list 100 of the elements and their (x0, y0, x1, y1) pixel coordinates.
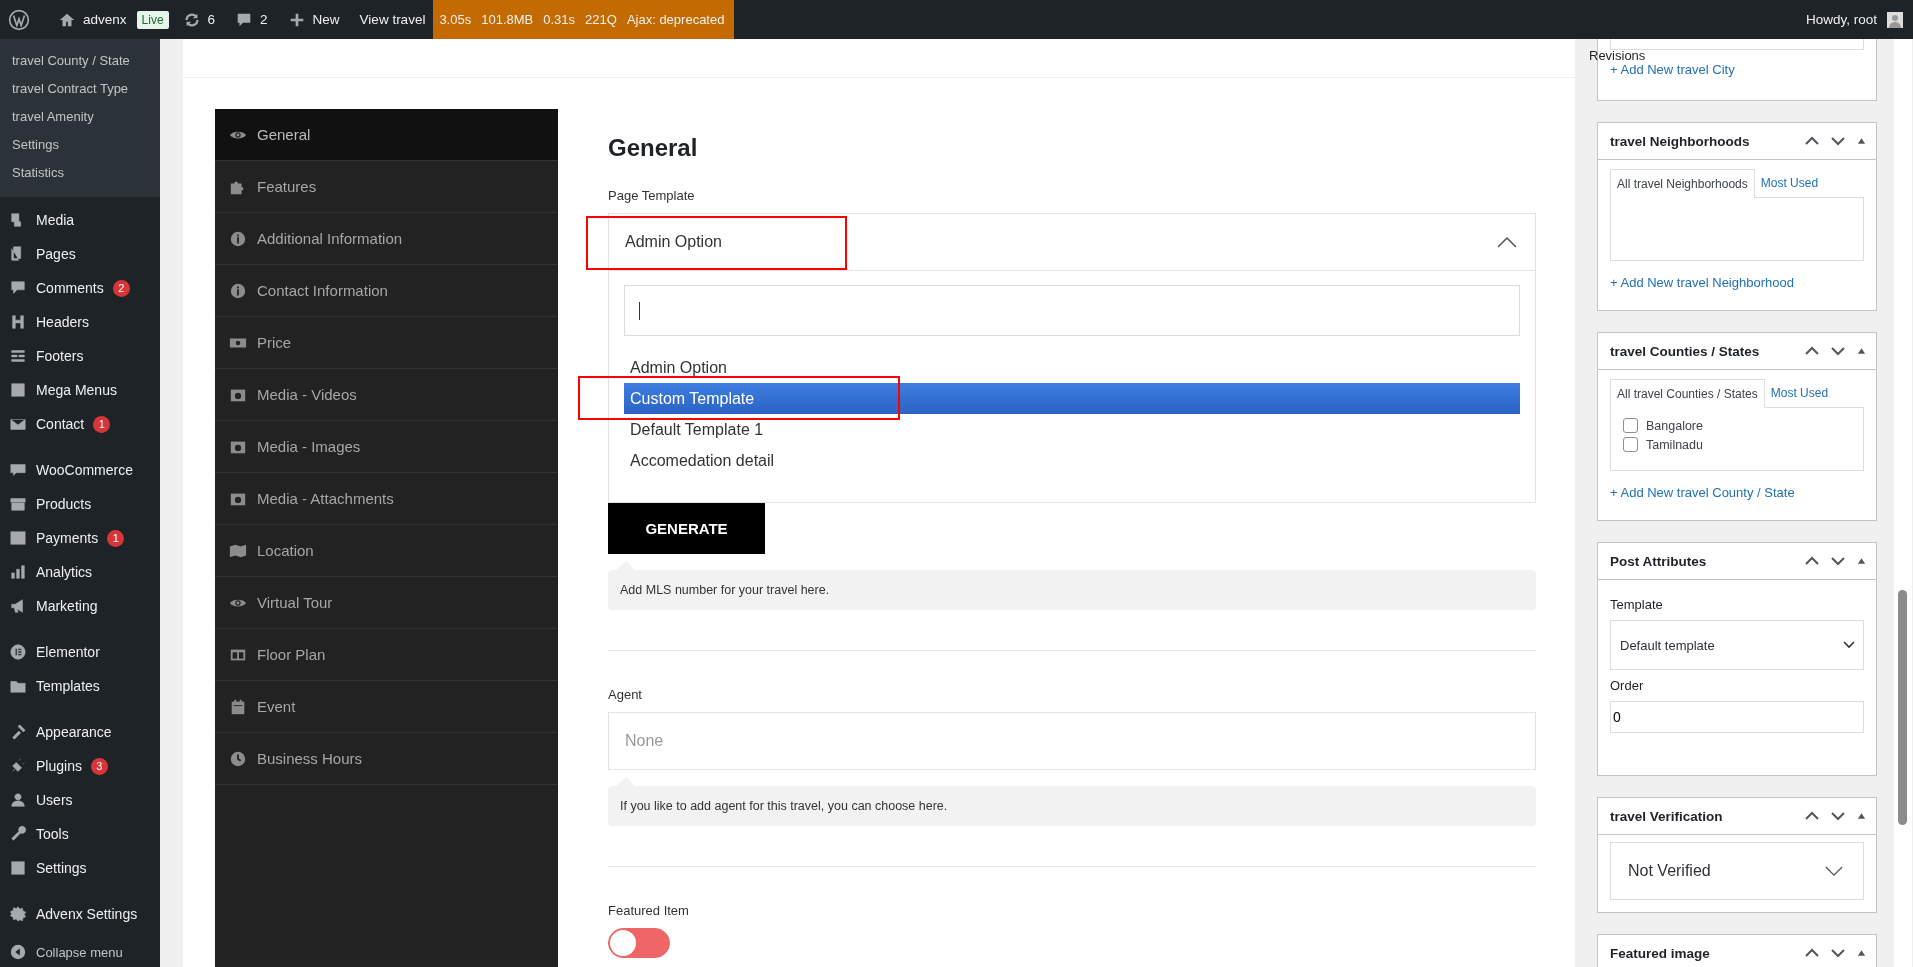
menu-item-icon (9, 495, 27, 513)
updates-count[interactable]: 6 (207, 12, 216, 27)
menu-item-icon (9, 723, 27, 741)
count-badge: 1 (107, 529, 125, 547)
collapse-icon (9, 943, 27, 961)
submenu-item[interactable]: travel Contract Type (0, 75, 160, 103)
move-down-icon[interactable] (1831, 136, 1845, 146)
section-tab[interactable]: Virtual Tour (215, 577, 558, 629)
order-field[interactable]: 0 (1610, 701, 1864, 733)
menu-item[interactable]: Comments 2 (0, 271, 160, 305)
move-down-icon[interactable] (1831, 556, 1845, 566)
move-up-icon[interactable] (1805, 811, 1819, 821)
menu-item[interactable]: Footers (0, 339, 160, 373)
section-tab[interactable]: Location (215, 525, 558, 577)
greeting-text[interactable]: Howdy, root (1805, 12, 1877, 27)
move-up-icon[interactable] (1805, 346, 1819, 356)
section-tab[interactable]: Media - Videos (215, 369, 558, 421)
section-tab[interactable]: Price (215, 317, 558, 369)
section-tab[interactable]: Media - Images (215, 421, 558, 473)
menu-item[interactable]: Advenx Settings (0, 897, 160, 931)
template-select[interactable]: Admin Option (608, 213, 1536, 271)
verification-dropdown[interactable]: Not Verified (1610, 842, 1864, 900)
menu-item[interactable]: Settings (0, 851, 160, 885)
checkbox[interactable] (1623, 437, 1638, 452)
menu-item[interactable]: Tools (0, 817, 160, 851)
menu-item[interactable]: WooCommerce (0, 453, 160, 487)
box-title: Featured image (1610, 945, 1711, 961)
move-up-icon[interactable] (1805, 556, 1819, 566)
taxonomy-tab[interactable]: Most Used (1754, 169, 1825, 197)
dropdown-search-field[interactable] (624, 285, 1520, 336)
dropdown-option[interactable]: Custom Template (624, 383, 1520, 414)
debug-bar[interactable]: 3.05s 101.8MB 0.31s 221Q Ajax: deprecated (433, 0, 735, 39)
count-badge: 2 (112, 279, 130, 297)
submenu-item[interactable]: Settings (0, 131, 160, 159)
collapse-toggle-icon[interactable] (1857, 347, 1866, 355)
menu-item[interactable]: Appearance (0, 715, 160, 749)
submenu-item[interactable]: Statistics (0, 159, 160, 187)
menu-item[interactable]: Payments 1 (0, 521, 160, 555)
dropdown-option[interactable]: Admin Option (624, 352, 1520, 383)
collapse-toggle-icon[interactable] (1857, 137, 1866, 145)
section-tab[interactable]: Event (215, 681, 558, 733)
comments-count[interactable]: 2 (260, 12, 268, 27)
field-label: Featured Item (608, 903, 689, 918)
menu-item[interactable]: Users (0, 783, 160, 817)
chevron-down-icon (1843, 641, 1855, 649)
menu-item[interactable]: Contact 1 (0, 407, 160, 441)
move-down-icon[interactable] (1831, 346, 1845, 356)
avatar-icon[interactable] (1887, 11, 1903, 28)
menu-item[interactable]: Headers (0, 305, 160, 339)
taxonomy-tab[interactable]: All travel Counties / States (1610, 379, 1765, 408)
site-name-link[interactable]: advenx (83, 12, 127, 27)
debug-stat: 0.31s (543, 12, 576, 27)
dropdown-option[interactable]: Accomedation detail (624, 445, 1520, 476)
chevron-down-icon (1825, 865, 1843, 877)
add-term-link[interactable]: + Add New travel Neighborhood (1610, 275, 1794, 290)
section-tab[interactable]: Floor Plan (215, 629, 558, 681)
checkbox[interactable] (1623, 418, 1638, 433)
box-title: travel Counties / States (1610, 343, 1761, 359)
help-text: Add MLS number for your travel here. (608, 570, 1536, 610)
menu-item[interactable]: Mega Menus (0, 373, 160, 407)
menu-item[interactable]: Products (0, 487, 160, 521)
menu-item[interactable]: Pages (0, 237, 160, 271)
add-term-link[interactable]: + Add New travel County / State (1610, 485, 1795, 500)
move-down-icon[interactable] (1831, 948, 1845, 958)
section-tab[interactable]: Business Hours (215, 733, 558, 785)
collapse-toggle-icon[interactable] (1857, 812, 1866, 820)
menu-item[interactable]: Elementor (0, 635, 160, 669)
generate-button[interactable]: GENERATE (608, 503, 765, 554)
taxonomy-tab[interactable]: All travel Neighborhoods (1610, 169, 1755, 198)
wordpress-logo-icon[interactable] (8, 8, 30, 31)
box-title: travel Neighborhoods (1610, 133, 1751, 149)
template-dropdown[interactable]: Default template (1610, 620, 1864, 670)
view-travel-link[interactable]: View travel (359, 12, 426, 27)
submenu-item[interactable]: travel Amenity (0, 103, 160, 131)
collapse-toggle-icon[interactable] (1857, 949, 1866, 957)
scrollbar[interactable] (1894, 39, 1912, 967)
section-tab[interactable]: Contact Information (215, 265, 558, 317)
section-tab[interactable]: Features (215, 161, 558, 213)
menu-item[interactable]: Marketing (0, 589, 160, 623)
agent-field[interactable]: None (608, 712, 1536, 770)
menu-item-icon (9, 757, 27, 775)
section-tab[interactable]: Additional Information (215, 213, 558, 265)
new-link[interactable]: New (312, 12, 340, 27)
submenu-item[interactable]: travel County / State (0, 47, 160, 75)
menu-item[interactable]: Plugins 3 (0, 749, 160, 783)
dropdown-option[interactable]: Default Template 1 (624, 414, 1520, 445)
count-badge: 1 (93, 415, 111, 433)
move-down-icon[interactable] (1831, 811, 1845, 821)
featured-toggle[interactable] (608, 928, 670, 958)
menu-item[interactable]: Media (0, 203, 160, 237)
menu-item[interactable]: Analytics (0, 555, 160, 589)
taxonomy-tab[interactable]: Most Used (1764, 379, 1835, 407)
collapse-toggle-icon[interactable] (1857, 557, 1866, 565)
menu-item[interactable]: Templates (0, 669, 160, 703)
collapse-menu-button[interactable]: Collapse menu (0, 937, 160, 967)
move-up-icon[interactable] (1805, 948, 1819, 958)
move-up-icon[interactable] (1805, 136, 1819, 146)
menu-item-icon (9, 279, 27, 297)
section-tab[interactable]: Media - Attachments (215, 473, 558, 525)
add-city-link[interactable]: + Add New travel City (1610, 62, 1735, 77)
